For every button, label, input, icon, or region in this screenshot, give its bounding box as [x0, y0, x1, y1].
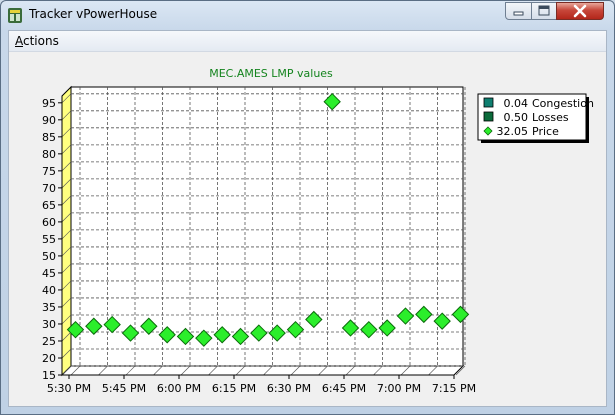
y-tick-label: 20: [42, 352, 56, 365]
menu-actions-rest: ctions: [23, 34, 59, 48]
application-window: Tracker vPowerHouse Actions MEC.AMES LMP…: [0, 0, 615, 415]
x-tick-label: 5:30 PM: [47, 382, 91, 395]
chart-panel: MEC.AMES LMP values 15 20 25 30 35 40 45 50 55 60 6…: [9, 52, 606, 406]
lmp-chart: MEC.AMES LMP values 15 20 25 30 35 40 45 50 55 60 6…: [42, 67, 594, 395]
y-tick-label: 70: [42, 182, 56, 195]
menu-actions-mnemonic: A: [15, 34, 23, 48]
y-tick-label: 15: [42, 369, 56, 382]
chart-back-wall: [70, 86, 464, 367]
x-tick-label: 7:00 PM: [377, 382, 421, 395]
y-tick-label: 65: [42, 199, 56, 212]
y-tick-label: 55: [42, 233, 56, 246]
y-tick-label: 35: [42, 301, 56, 314]
y-tick-label: 45: [42, 267, 56, 280]
chart-title: MEC.AMES LMP values: [209, 67, 333, 80]
client-area: Actions MEC.AMES LMP values 15 20 25 30 35 40 4…: [8, 30, 607, 407]
maximize-button[interactable]: [531, 2, 557, 20]
x-tick-label: 6:00 PM: [157, 382, 201, 395]
menu-bar: Actions: [9, 31, 606, 52]
legend-label: Price: [532, 125, 559, 138]
legend-value: 32.05: [497, 125, 529, 138]
window-title: Tracker vPowerHouse: [29, 7, 158, 21]
y-tick-label: 30: [42, 318, 56, 331]
y-tick-label: 40: [42, 284, 56, 297]
legend-swatch: [483, 111, 494, 122]
y-tick-label: 60: [42, 216, 56, 229]
close-icon: [573, 4, 587, 18]
y-tick-label: 75: [42, 165, 56, 178]
menu-actions[interactable]: Actions: [15, 34, 59, 48]
minimize-button[interactable]: [505, 2, 532, 20]
tracker-app-icon: [8, 8, 22, 23]
y-tick-label: 50: [42, 250, 56, 263]
y-tick-label: 90: [42, 114, 56, 127]
chart-floor: [60, 365, 465, 376]
legend-value: 0.50: [504, 111, 529, 124]
legend-swatch: [483, 97, 494, 108]
x-tick-label: 6:15 PM: [212, 382, 256, 395]
x-tick-label: 7:15 PM: [432, 382, 476, 395]
legend-label: Losses: [532, 111, 569, 124]
legend-label: Congestion: [532, 97, 594, 110]
y-tick-label: 25: [42, 335, 56, 348]
y-tick-label: 85: [42, 131, 56, 144]
legend-value: 0.04: [504, 97, 529, 110]
maximize-icon: [538, 5, 550, 16]
close-button[interactable]: [556, 2, 604, 20]
y-tick-label: 95: [42, 97, 56, 110]
x-tick-label: 5:45 PM: [102, 382, 146, 395]
x-tick-label: 6:45 PM: [322, 382, 366, 395]
title-bar[interactable]: Tracker vPowerHouse: [1, 1, 614, 29]
y-tick-label: 80: [42, 148, 56, 161]
minimize-icon: [513, 11, 524, 16]
x-tick-label: 6:30 PM: [267, 382, 311, 395]
